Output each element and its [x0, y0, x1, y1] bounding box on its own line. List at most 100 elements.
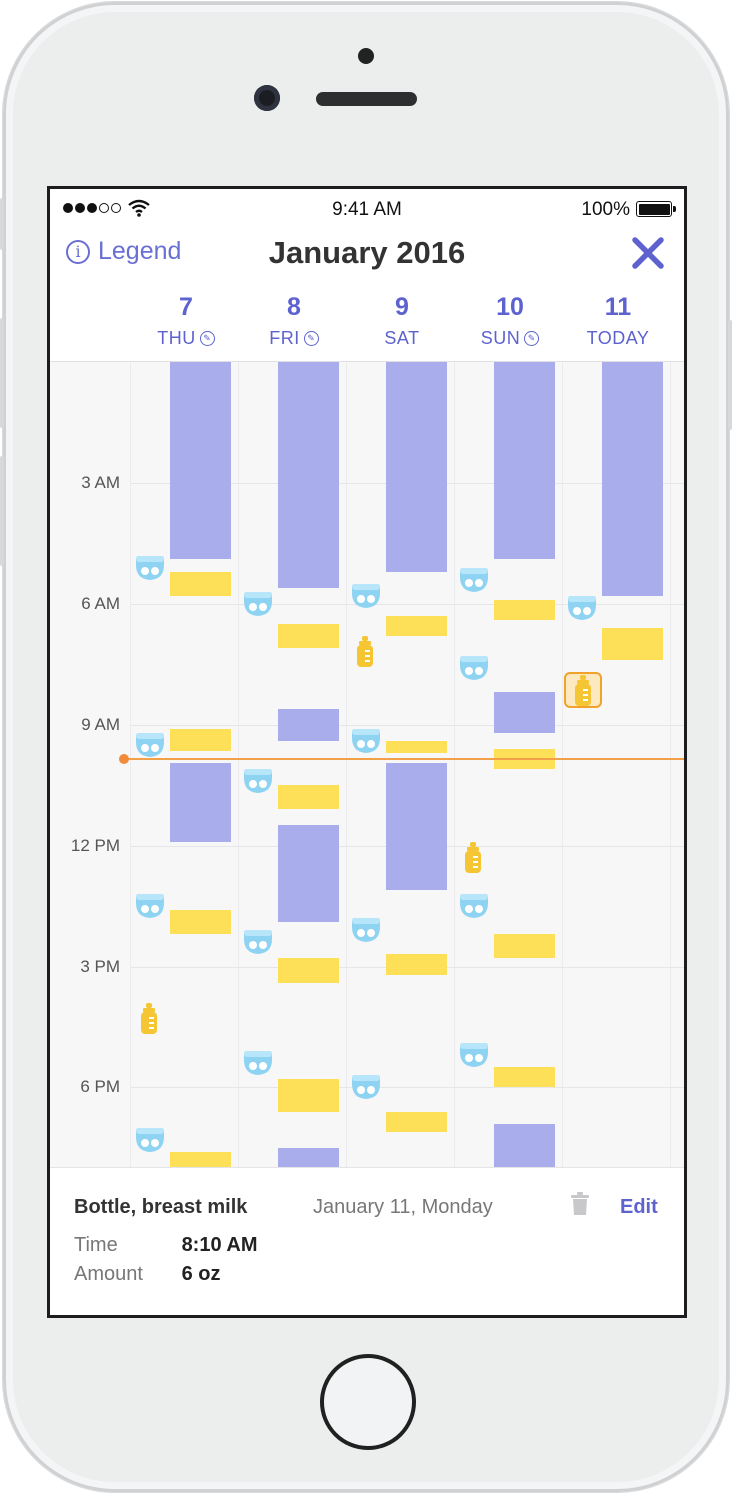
- diaper-icon[interactable]: [350, 728, 382, 754]
- feeding-block[interactable]: [386, 740, 447, 753]
- diaper-icon[interactable]: [134, 1127, 166, 1153]
- diaper-icon[interactable]: [242, 1050, 274, 1076]
- header: i Legend January 2016: [50, 229, 684, 285]
- volume-up-button: [0, 318, 4, 428]
- feeding-block[interactable]: [278, 785, 339, 810]
- hour-gridline: [130, 724, 684, 726]
- sleep-block[interactable]: [170, 362, 231, 560]
- diaper-icon[interactable]: [134, 555, 166, 581]
- sleep-block[interactable]: [602, 362, 663, 596]
- bottle-icon[interactable]: [463, 841, 483, 874]
- time-label: Time: [74, 1234, 118, 1256]
- mute-switch: [0, 198, 4, 250]
- day-weekday: THU ✎: [157, 328, 215, 349]
- feeding-block[interactable]: [602, 627, 663, 661]
- time-axis-label: 6 PM: [80, 1077, 120, 1097]
- page-title: January 2016: [268, 235, 466, 270]
- weekday-label: SAT: [384, 328, 420, 348]
- sleep-block[interactable]: [278, 1147, 339, 1168]
- day-weekday: TODAY: [587, 328, 650, 349]
- volume-down-button: [0, 456, 4, 566]
- weekday-label: THU: [157, 328, 196, 348]
- app-screen: 9:41 AM 100% i Legend January 2016 7 THU ✎…: [47, 186, 687, 1318]
- feeding-block[interactable]: [386, 954, 447, 975]
- day-column-header[interactable]: 7 THU ✎: [131, 293, 241, 349]
- feeding-block[interactable]: [494, 1067, 555, 1088]
- bottle-icon[interactable]: [139, 1002, 159, 1035]
- feeding-block[interactable]: [494, 599, 555, 620]
- trash-icon[interactable]: [570, 1192, 590, 1216]
- feeding-block[interactable]: [170, 1151, 231, 1168]
- feeding-block[interactable]: [170, 728, 231, 751]
- sleep-block[interactable]: [170, 762, 231, 842]
- event-title: Bottle, breast milk: [74, 1196, 248, 1218]
- time-axis-label: 3 AM: [81, 472, 120, 492]
- earpiece-speaker: [316, 92, 417, 106]
- hour-gridline: [130, 1087, 684, 1089]
- diaper-icon[interactable]: [242, 929, 274, 955]
- feeding-block[interactable]: [278, 1079, 339, 1112]
- hour-gridline: [130, 603, 684, 605]
- event-detail-panel: Bottle, breast milk January 11, Monday E…: [50, 1167, 684, 1315]
- sleep-block[interactable]: [278, 362, 339, 588]
- weekday-label: SUN: [480, 328, 521, 348]
- time-axis-label: 12 PM: [70, 835, 120, 855]
- diaper-icon[interactable]: [458, 1042, 490, 1068]
- feeding-block[interactable]: [170, 571, 231, 596]
- close-icon[interactable]: [630, 235, 666, 271]
- sleep-block[interactable]: [494, 362, 555, 560]
- feeding-block[interactable]: [278, 958, 339, 983]
- day-number: 10: [496, 293, 524, 321]
- edited-pencil-icon: ✎: [303, 331, 319, 346]
- feeding-block[interactable]: [278, 623, 339, 649]
- diaper-icon[interactable]: [458, 567, 490, 593]
- day-column-header[interactable]: 11 TODAY: [563, 293, 673, 349]
- amount-label: Amount: [74, 1263, 143, 1285]
- edited-pencil-icon: ✎: [524, 331, 540, 346]
- home-button[interactable]: [320, 1354, 416, 1450]
- day-column-header[interactable]: 9 SAT: [347, 293, 457, 349]
- feeding-block[interactable]: [386, 615, 447, 637]
- weekday-label: TODAY: [586, 328, 650, 348]
- diaper-icon[interactable]: [350, 1074, 382, 1100]
- front-camera: [254, 85, 280, 111]
- feeding-block[interactable]: [386, 1111, 447, 1132]
- sleep-block[interactable]: [494, 692, 555, 733]
- day-number: 11: [604, 293, 632, 321]
- diaper-icon[interactable]: [134, 732, 166, 758]
- sleep-block[interactable]: [386, 762, 447, 890]
- diaper-icon[interactable]: [242, 768, 274, 794]
- sleep-block[interactable]: [278, 825, 339, 923]
- edit-button[interactable]: Edit: [620, 1196, 658, 1219]
- time-value: 8:10 AM: [181, 1234, 258, 1256]
- feeding-block[interactable]: [170, 910, 231, 935]
- battery-percent: 100%: [581, 199, 630, 220]
- day-weekday: SAT: [384, 328, 419, 349]
- selected-bottle-icon[interactable]: [564, 672, 602, 709]
- time-axis-label: 9 AM: [81, 714, 120, 734]
- sleep-block[interactable]: [278, 708, 339, 741]
- current-time-line: [124, 758, 684, 761]
- day-column-header[interactable]: 8 FRI ✎: [239, 293, 349, 349]
- sleep-block[interactable]: [494, 1123, 555, 1168]
- day-number: 7: [179, 293, 193, 321]
- bottle-icon[interactable]: [355, 636, 375, 668]
- sleep-block[interactable]: [386, 362, 447, 572]
- event-amount-row: Amount 6 oz: [74, 1263, 220, 1286]
- status-bar: 9:41 AM 100%: [50, 189, 684, 229]
- diaper-icon[interactable]: [134, 893, 166, 919]
- diaper-icon[interactable]: [458, 655, 490, 681]
- diaper-icon[interactable]: [350, 583, 382, 609]
- day-weekday: SUN ✎: [481, 328, 540, 349]
- current-time-dot: [119, 754, 129, 765]
- diaper-icon[interactable]: [350, 917, 382, 943]
- diaper-icon[interactable]: [458, 893, 490, 919]
- edited-pencil-icon: ✎: [199, 331, 215, 346]
- diaper-icon[interactable]: [242, 591, 274, 617]
- day-header-row: 7 THU ✎ 8 FRI ✎ 9 SAT 10 SUN ✎ 11 TODAY: [50, 285, 684, 361]
- feeding-block[interactable]: [494, 934, 555, 959]
- amount-value: 6 oz: [181, 1263, 221, 1285]
- day-column-header[interactable]: 10 SUN ✎: [455, 293, 565, 349]
- event-date: January 11, Monday: [313, 1196, 493, 1218]
- diaper-icon[interactable]: [566, 595, 598, 621]
